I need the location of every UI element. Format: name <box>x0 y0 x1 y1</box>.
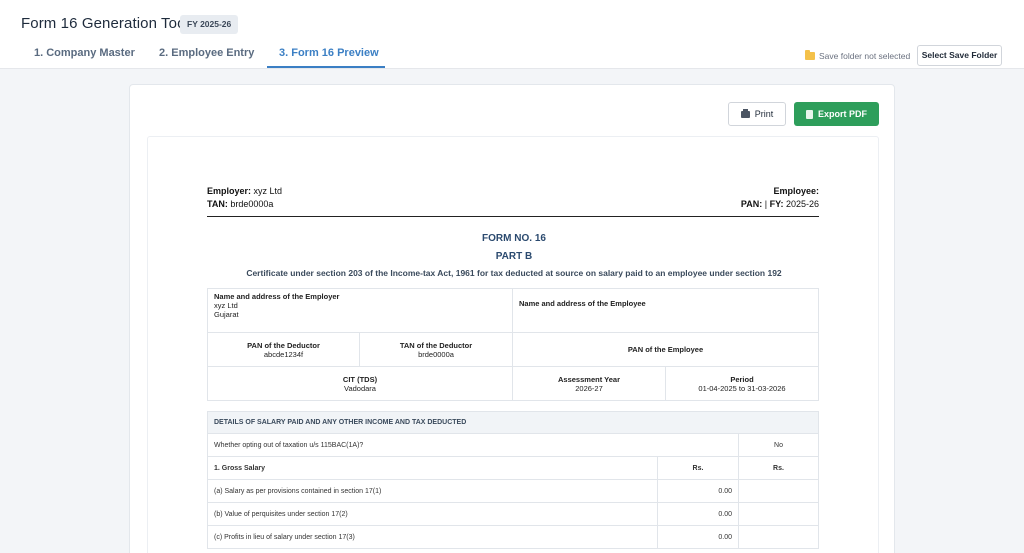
salary-row-value: 0.00 <box>657 502 739 526</box>
tan-deductor-cell: TAN of the Deductor brde0000a <box>359 332 513 367</box>
salary-row-total <box>738 479 819 503</box>
employer-name: xyz Ltd <box>253 186 283 196</box>
tab-form16-preview[interactable]: 3. Form 16 Preview <box>279 47 379 67</box>
export-pdf-label: Export PDF <box>817 109 867 119</box>
salary-row-label: (a) Salary as per provisions contained i… <box>207 479 658 503</box>
column-header-rs: Rs. <box>738 456 819 480</box>
salary-row-label: (c) Profits in lieu of salary under sect… <box>207 525 658 549</box>
active-tab-indicator <box>267 66 385 68</box>
employer-tan: brde0000a <box>230 199 274 209</box>
app-header: Form 16 Generation Tool FY 2025-26 1. Co… <box>0 0 1024 69</box>
save-folder-status-text: Save folder not selected <box>819 51 911 61</box>
deductor-info-table: Name and address of the Employer xyz Ltd… <box>207 288 819 401</box>
assessment-year-cell: Assessment Year 2026-27 <box>512 366 666 401</box>
folder-icon <box>805 50 815 60</box>
salary-row-value: 0.00 <box>657 525 739 549</box>
certificate-title: Certificate under section 203 of the Inc… <box>246 268 782 278</box>
employee-address-cell: Name and address of the Employee <box>512 288 819 333</box>
opt-out-label: Whether opting out of taxation u/s 115BA… <box>207 433 739 457</box>
pan-employee-cell: PAN of the Employee <box>512 332 819 367</box>
salary-section-header: DETAILS OF SALARY PAID AND ANY OTHER INC… <box>207 411 819 434</box>
tab-company-master[interactable]: 1. Company Master <box>34 47 135 67</box>
form-part: PART B <box>495 251 533 262</box>
print-button[interactable]: Print <box>728 102 786 126</box>
salary-details-table: DETAILS OF SALARY PAID AND ANY OTHER INC… <box>207 411 819 549</box>
employer-address-cell: Name and address of the Employer xyz Ltd… <box>207 288 513 333</box>
employer-header: Employer: xyz Ltd TAN: brde0000a <box>207 186 283 209</box>
fy-badge: FY 2025-26 <box>180 15 239 34</box>
salary-row-total <box>738 502 819 526</box>
header-fy: 2025-26 <box>785 199 819 209</box>
preview-card: Print Export PDF Employer: xyz Ltd TAN: … <box>129 84 895 553</box>
employee-label: Employee: <box>773 186 819 196</box>
pan-deductor-cell: PAN of the Deductor abcde1234f <box>207 332 360 367</box>
salary-row-total <box>738 525 819 549</box>
select-save-folder-button[interactable]: Select Save Folder <box>917 45 1002 66</box>
export-pdf-button[interactable]: Export PDF <box>794 102 879 126</box>
print-label: Print <box>754 109 774 119</box>
save-folder-status: Save folder not selected <box>805 50 911 61</box>
header-divider <box>207 216 819 217</box>
document-icon <box>805 109 813 119</box>
salary-row-label: (b) Value of perquisites under section 1… <box>207 502 658 526</box>
salary-row-value: 0.00 <box>657 479 739 503</box>
form16-document: Employer: xyz Ltd TAN: brde0000a Employe… <box>147 136 879 553</box>
tab-employee-entry[interactable]: 2. Employee Entry <box>159 47 254 67</box>
form-number: FORM NO. 16 <box>482 233 546 244</box>
employee-header: Employee: PAN: | FY: 2025-26 <box>740 186 819 209</box>
period-cell: Period 01-04-2025 to 31-03-2026 <box>665 366 819 401</box>
app-title: Form 16 Generation Tool <box>21 15 189 32</box>
column-header-rs: Rs. <box>657 456 739 480</box>
opt-out-value: No <box>738 433 819 457</box>
gross-salary-label: 1. Gross Salary <box>207 456 658 480</box>
cit-tds-cell: CIT (TDS) Vadodara <box>207 366 513 401</box>
printer-icon <box>740 108 750 118</box>
